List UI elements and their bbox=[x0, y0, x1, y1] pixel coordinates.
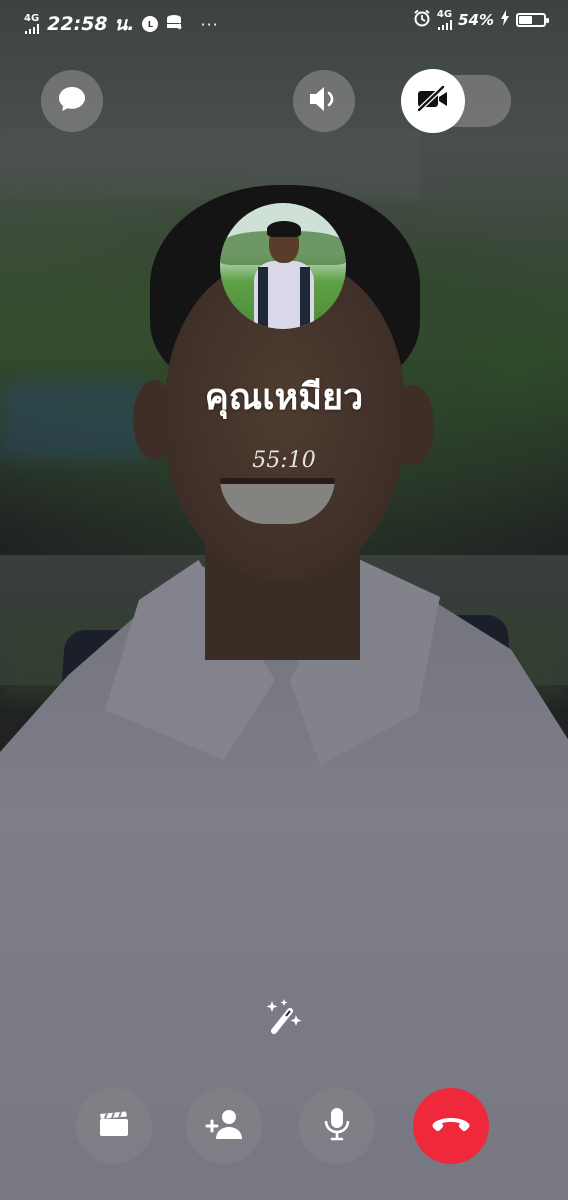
microphone-button[interactable] bbox=[299, 1088, 375, 1164]
speaker-icon bbox=[307, 84, 341, 118]
add-person-icon bbox=[204, 1108, 244, 1144]
add-person-button[interactable] bbox=[186, 1088, 262, 1164]
network-type-label: 4G bbox=[436, 9, 453, 20]
alarm-icon bbox=[413, 9, 431, 31]
video-toggle-knob[interactable] bbox=[401, 69, 465, 133]
caller-avatar bbox=[220, 203, 346, 329]
caller-name: คุณเหมียว bbox=[204, 377, 364, 418]
signal-icon: 4G bbox=[437, 10, 452, 30]
status-time: 22:58 น. bbox=[47, 13, 135, 35]
status-bar: 4G 22:58 น. L $ ··· 4G 54% bbox=[0, 0, 568, 44]
end-call-icon bbox=[431, 1114, 471, 1138]
battery-icon bbox=[516, 13, 549, 27]
charging-icon bbox=[500, 10, 510, 30]
microphone-icon bbox=[323, 1106, 351, 1146]
signal-icon: 4G bbox=[24, 14, 39, 34]
svg-text:$: $ bbox=[177, 22, 182, 30]
speaker-button[interactable] bbox=[293, 70, 355, 132]
battery-percent: 54% bbox=[458, 11, 494, 29]
end-call-button[interactable] bbox=[413, 1088, 489, 1164]
video-off-icon bbox=[415, 85, 451, 117]
clapperboard-icon bbox=[98, 1110, 130, 1142]
chat-button[interactable] bbox=[41, 70, 103, 132]
sparkle-wand-icon bbox=[264, 999, 308, 1041]
scene-button[interactable] bbox=[76, 1088, 152, 1164]
line-app-icon: L bbox=[142, 16, 159, 32]
effects-button[interactable] bbox=[264, 997, 308, 1037]
more-notifications-icon: ··· bbox=[200, 14, 219, 34]
data-saver-icon: $ bbox=[166, 14, 184, 34]
network-type-label: 4G bbox=[24, 13, 40, 24]
video-toggle[interactable] bbox=[401, 69, 511, 133]
chat-bubble-icon bbox=[57, 85, 87, 117]
call-duration: 55:10 bbox=[252, 448, 316, 473]
